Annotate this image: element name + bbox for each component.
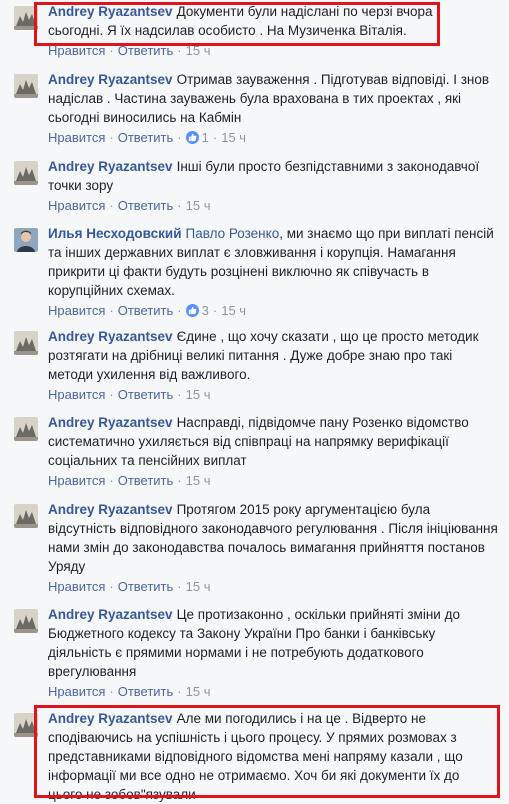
reply-button[interactable]: Ответить xyxy=(118,130,174,145)
comment-item: Andrey Ryazantsev Це протизаконно , оскіл… xyxy=(0,603,509,707)
comment-actions: Нравится · Ответить · 3 · 15 ч xyxy=(48,303,247,318)
comment-text: Andrey Ryazantsev Це протизаконно , оскіл… xyxy=(48,607,460,679)
reply-button[interactable]: Ответить xyxy=(118,303,174,318)
like-count[interactable]: 3 xyxy=(202,303,209,318)
avatar[interactable] xyxy=(14,417,38,441)
comment-actions: Нравится · Ответить · 15 ч xyxy=(48,198,211,213)
comment-author[interactable]: Andrey Ryazantsev xyxy=(48,159,173,174)
like-button[interactable]: Нравится xyxy=(48,130,105,145)
comment-item: Andrey Ryazantsev Інші були просто безпід… xyxy=(0,155,509,219)
comment-time[interactable]: 15 ч xyxy=(186,473,211,488)
like-button[interactable]: Нравится xyxy=(48,303,105,318)
comment-actions: Нравится · Ответить · 15 ч xyxy=(48,387,211,402)
avatar[interactable] xyxy=(14,74,38,98)
reply-button[interactable]: Ответить xyxy=(118,198,174,213)
comment-item: Илья Несходовский Павло Розенко, ми знаєм… xyxy=(0,222,509,326)
comment-author[interactable]: Andrey Ryazantsev xyxy=(48,607,173,622)
reply-button[interactable]: Ответить xyxy=(118,579,174,594)
like-button[interactable]: Нравится xyxy=(48,579,105,594)
comment-time[interactable]: 15 ч xyxy=(186,579,211,594)
comment-author[interactable]: Andrey Ryazantsev xyxy=(48,415,173,430)
reply-button[interactable]: Ответить xyxy=(118,473,174,488)
comment-text: Andrey Ryazantsev Інші були просто безпід… xyxy=(48,159,480,193)
highlight-box xyxy=(34,705,500,798)
comment-item: Andrey Ryazantsev Отримав зауваження . Пі… xyxy=(0,68,509,154)
comment-actions: Нравится · Ответить · 15 ч xyxy=(48,684,211,699)
like-button[interactable]: Нравится xyxy=(48,473,105,488)
comment-actions: Нравится · Ответить · 15 ч xyxy=(48,579,211,594)
comment-time[interactable]: 15 ч xyxy=(186,387,211,402)
comment-item: Andrey Ryazantsev Протягом 2015 року аргу… xyxy=(0,498,509,602)
avatar[interactable] xyxy=(14,609,38,633)
comment-item: Andrey Ryazantsev Насправді, підвідомче п… xyxy=(0,411,509,497)
avatar[interactable] xyxy=(14,504,38,528)
comment-author[interactable]: Andrey Ryazantsev xyxy=(48,72,173,87)
comment-text: Andrey Ryazantsev Отримав зауваження . Пі… xyxy=(48,72,490,125)
avatar[interactable] xyxy=(14,228,38,252)
comment-author[interactable]: Andrey Ryazantsev xyxy=(48,329,173,344)
comment-text: Andrey Ryazantsev Протягом 2015 року аргу… xyxy=(48,502,498,574)
avatar[interactable] xyxy=(14,331,38,355)
like-button[interactable]: Нравится xyxy=(48,387,105,402)
reply-button[interactable]: Ответить xyxy=(118,684,174,699)
comment-item: Andrey Ryazantsev Єдине , що хочу сказати… xyxy=(0,325,509,409)
like-thumb-icon xyxy=(185,131,199,144)
mention-link[interactable]: Павло Розенко xyxy=(186,226,280,241)
comment-actions: Нравится · Ответить · 1 · 15 ч xyxy=(48,130,247,145)
reply-button[interactable]: Ответить xyxy=(118,387,174,402)
comment-author[interactable]: Илья Несходовский xyxy=(48,226,182,241)
comment-text: Andrey Ryazantsev Єдине , що хочу сказати… xyxy=(48,329,479,382)
avatar[interactable] xyxy=(14,161,38,185)
comment-time[interactable]: 15 ч xyxy=(186,198,211,213)
highlight-box xyxy=(34,2,440,46)
comment-feed: Andrey Ryazantsev Документи були надіслан… xyxy=(0,0,509,802)
like-thumb-icon xyxy=(185,304,199,317)
like-button[interactable]: Нравится xyxy=(48,198,105,213)
like-count[interactable]: 1 xyxy=(202,130,209,145)
comment-time[interactable]: 15 ч xyxy=(221,303,246,318)
comment-text: Илья Несходовский Павло Розенко, ми знаєм… xyxy=(48,226,494,298)
like-button[interactable]: Нравится xyxy=(48,684,105,699)
comment-time[interactable]: 15 ч xyxy=(221,130,246,145)
comment-actions: Нравится · Ответить · 15 ч xyxy=(48,473,211,488)
comment-author[interactable]: Andrey Ryazantsev xyxy=(48,502,173,517)
comment-text: Andrey Ryazantsev Насправді, підвідомче п… xyxy=(48,415,469,468)
comment-time[interactable]: 15 ч xyxy=(186,684,211,699)
